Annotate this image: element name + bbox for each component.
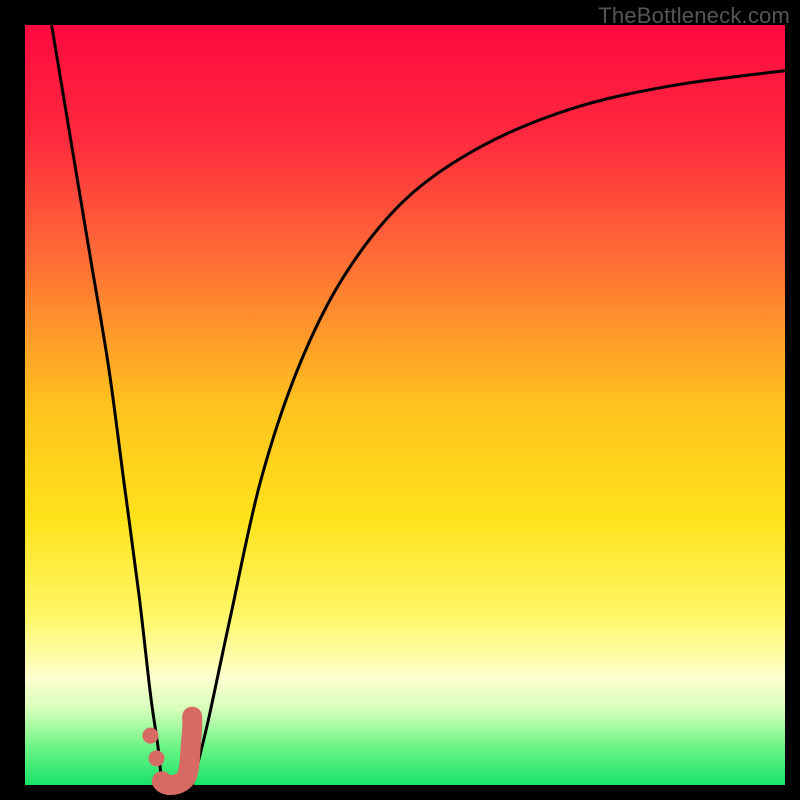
plot-background [25, 25, 785, 785]
dot-lower [148, 750, 164, 766]
chart-svg [0, 0, 800, 800]
watermark-text: TheBottleneck.com [598, 3, 790, 29]
dot-upper [142, 728, 158, 744]
chart-container: TheBottleneck.com [0, 0, 800, 800]
